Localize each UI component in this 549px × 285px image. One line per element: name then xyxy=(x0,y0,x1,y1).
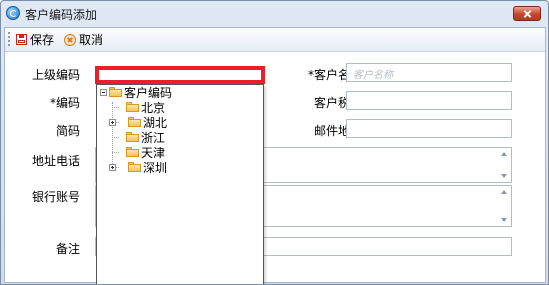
email-field[interactable] xyxy=(346,119,512,138)
address-phone-label: 地址电话 xyxy=(31,154,80,168)
scroll-down-icon[interactable] xyxy=(501,218,507,222)
toolbar: 保存 取消 xyxy=(5,28,545,52)
expand-icon[interactable] xyxy=(109,118,116,126)
toolbar-grip xyxy=(8,32,10,46)
customer-name-field[interactable]: 客户名称 xyxy=(346,63,512,82)
tree-node-shenzhen[interactable]: 深圳 xyxy=(109,160,168,175)
tree-node-zhejiang[interactable]: 浙江 xyxy=(126,130,165,145)
tree-node-root[interactable]: 客户编码 xyxy=(100,85,172,100)
save-icon xyxy=(16,34,27,45)
cancel-button[interactable]: 取消 xyxy=(64,31,103,48)
cancel-label: 取消 xyxy=(79,33,104,47)
cancel-icon xyxy=(64,33,76,46)
folder-open-icon xyxy=(109,87,122,97)
window-title: 客户编码添加 xyxy=(25,8,98,22)
parent-code-tree-dropdown: 客户编码 北京 湖北 浙江 天津 深圳 xyxy=(96,84,264,284)
parent-code-field[interactable] xyxy=(95,66,265,84)
expand-icon[interactable] xyxy=(109,163,116,171)
bank-account-label: 银行账号 xyxy=(31,190,80,204)
close-button[interactable] xyxy=(513,6,541,21)
folder-icon xyxy=(128,162,141,172)
tree-node-hubei[interactable]: 湖北 xyxy=(109,115,167,130)
code-label: *编码 xyxy=(49,96,80,110)
tree-node-tianjin[interactable]: 天津 xyxy=(126,145,165,160)
title-bar: 客户编码添加 xyxy=(1,1,548,27)
app-icon xyxy=(6,6,20,20)
dialog-content: 保存 取消 上级编码 *客户名称 客户名称 *编码 客户税号 简码 邮件地址 地… xyxy=(4,27,546,284)
tree-node-label: 深圳 xyxy=(143,160,168,175)
folder-icon xyxy=(126,102,139,112)
tax-no-field[interactable] xyxy=(346,91,512,110)
remark-label: 备注 xyxy=(55,242,80,256)
short-code-label: 简码 xyxy=(55,124,80,138)
tree-node-beijing[interactable]: 北京 xyxy=(126,100,165,115)
save-label: 保存 xyxy=(30,33,55,47)
scroll-up-icon[interactable] xyxy=(501,152,507,156)
customer-name-placeholder: 客户名称 xyxy=(353,70,393,81)
folder-icon xyxy=(128,117,141,127)
dialog-window: 客户编码添加 保存 取消 上级编码 *客户名称 客户名称 *编码 客户税号 简码… xyxy=(0,0,549,285)
parent-code-label: 上级编码 xyxy=(31,68,80,82)
scroll-down-icon[interactable] xyxy=(501,174,507,178)
folder-icon xyxy=(126,132,139,142)
scroll-up-icon[interactable] xyxy=(501,190,507,194)
collapse-icon[interactable] xyxy=(100,88,107,96)
bank-scrollbar[interactable] xyxy=(497,186,511,226)
address-scrollbar[interactable] xyxy=(497,148,511,182)
folder-icon xyxy=(126,147,139,157)
save-button[interactable]: 保存 xyxy=(16,31,54,48)
